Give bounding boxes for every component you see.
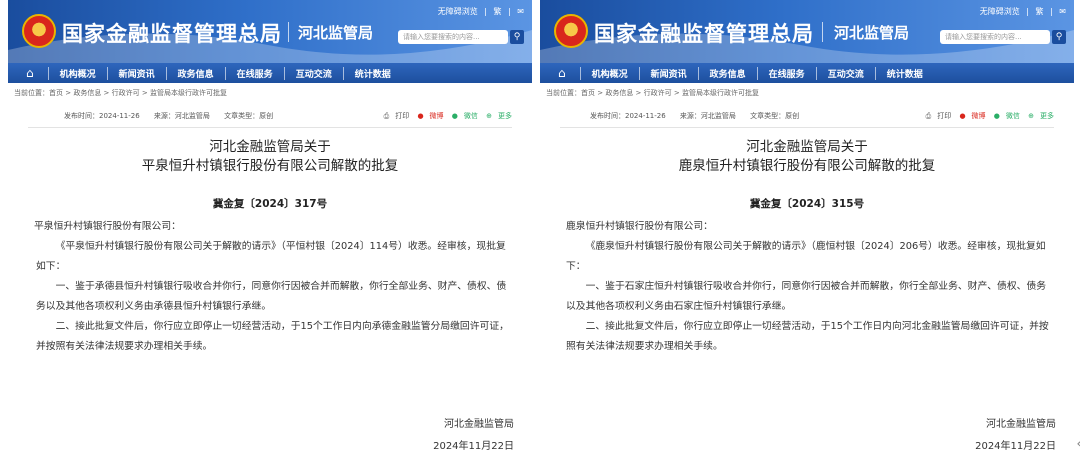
paragraph-3: 二、接此批复文件后，你行应立即停止一切经营活动，于15个工作日内向承德金融监管分… xyxy=(36,321,509,352)
top-links: 无障碍浏览 | 繁 | ✉ xyxy=(437,7,524,16)
article-source: 来源：河北监管局 xyxy=(679,112,736,120)
search-icon[interactable]: ⚲ xyxy=(1052,30,1066,44)
traditional-chinese-link[interactable]: 繁 xyxy=(1036,7,1044,16)
title-divider xyxy=(822,22,823,42)
wechat-share-button[interactable]: ● 微信 xyxy=(452,112,478,120)
paragraph-1: 《鹿泉恒升村镇银行股份有限公司关于解散的请示》（鹿恒村银〔2024〕206号）收… xyxy=(566,241,1046,272)
wechat-share-button[interactable]: ● 微信 xyxy=(994,112,1020,120)
article-meta: 发布时间：2024-11-26 来源：河北监管局 文章类型：原创 ⎙ 打印 ● 微博… xyxy=(540,103,1074,121)
nav-item-interaction[interactable]: 互动交流 xyxy=(283,66,343,80)
accessibility-link[interactable]: 无障碍浏览 xyxy=(438,7,478,16)
weibo-share-button[interactable]: ● 微博 xyxy=(417,112,443,120)
bureau-name: 河北监管局 xyxy=(834,24,910,42)
document-number: 冀金复〔2024〕315号 xyxy=(749,198,865,210)
nav-item-news[interactable]: 新闻资讯 xyxy=(638,66,698,80)
chevron-left-icon[interactable]: ‹ xyxy=(1076,436,1080,452)
title-line-2: 鹿泉恒升村镇银行股份有限公司解散的批复 xyxy=(678,158,936,174)
mail-icon[interactable]: ✉ xyxy=(517,7,524,16)
title-line-2: 平泉恒升村镇银行股份有限公司解散的批复 xyxy=(141,158,399,174)
signing-date: 2024年11月22日 xyxy=(975,441,1056,452)
nav-item-online-service[interactable]: 在线服务 xyxy=(224,66,284,80)
nav-item-statistics[interactable]: 统计数据 xyxy=(874,66,934,80)
breadcrumb[interactable]: 当前位置：首页 > 政务信息 > 行政许可 > 监管局本级行政许可批复 xyxy=(8,83,532,103)
publish-date: 发布时间：2024-11-26 xyxy=(64,112,140,120)
addressee: 平泉恒升村镇银行股份有限公司： xyxy=(34,221,181,232)
signature-block: 河北金融监管局 2024年11月22日 xyxy=(433,414,514,458)
signature-block: 河北金融监管局 2024年11月22日 xyxy=(975,414,1056,458)
site-banner: 国家金融监督管理总局 河北监管局 无障碍浏览 | 繁 | ✉ 请输入您要搜索的内… xyxy=(8,0,532,63)
right-screenshot-panel: 国家金融监督管理总局 河北监管局 无障碍浏览 | 繁 | ✉ 请输入您要搜索的内… xyxy=(540,0,1074,465)
nav-item-government-info[interactable]: 政务信息 xyxy=(697,66,757,80)
bureau-name: 河北监管局 xyxy=(298,24,374,42)
site-title[interactable]: 国家金融监督管理总局 xyxy=(62,18,282,48)
breadcrumb[interactable]: 当前位置：首页 > 政务信息 > 行政许可 > 监管局本级行政许可批复 xyxy=(540,83,1074,103)
main-nav: ⌂ 机构概况 新闻资讯 政务信息 在线服务 互动交流 统计数据 xyxy=(8,63,532,83)
article-meta: 发布时间：2024-11-26 来源：河北监管局 文章类型：原创 ⎙ 打印 ● 微博… xyxy=(8,103,532,121)
mail-icon[interactable]: ✉ xyxy=(1059,7,1066,16)
left-screenshot-panel: 国家金融监督管理总局 河北监管局 无障碍浏览 | 繁 | ✉ 请输入您要搜索的内… xyxy=(8,0,532,465)
signing-date: 2024年11月22日 xyxy=(433,441,514,452)
search-input[interactable]: 请输入您要搜索的内容... xyxy=(940,30,1050,44)
addressee: 鹿泉恒升村镇银行股份有限公司： xyxy=(566,221,713,232)
signing-organization: 河北金融监管局 xyxy=(444,419,514,430)
title-line-1: 河北金融监管局关于 xyxy=(746,139,868,155)
site-banner: 国家金融监督管理总局 河北监管局 无障碍浏览 | 繁 | ✉ 请输入您要搜索的内… xyxy=(540,0,1074,63)
search-input[interactable]: 请输入您要搜索的内容... xyxy=(398,30,508,44)
signing-organization: 河北金融监管局 xyxy=(986,419,1056,430)
nav-item-government-info[interactable]: 政务信息 xyxy=(165,66,225,80)
meta-divider xyxy=(560,127,1054,128)
nav-item-news[interactable]: 新闻资讯 xyxy=(106,66,166,80)
home-icon[interactable]: ⌂ xyxy=(26,66,34,80)
article-type: 文章类型：原创 xyxy=(224,112,274,120)
article-source: 来源：河北监管局 xyxy=(153,112,210,120)
more-share-button[interactable]: ⊕ 更多 xyxy=(486,112,512,120)
national-emblem-icon xyxy=(22,14,56,48)
paragraph-1: 《平泉恒升村镇银行股份有限公司关于解散的请示》（平恒村银〔2024〕114号）收… xyxy=(36,241,506,272)
title-line-1: 河北金融监管局关于 xyxy=(209,139,331,155)
article-type: 文章类型：原创 xyxy=(750,112,800,120)
print-button[interactable]: ⎙ 打印 xyxy=(384,112,410,120)
main-nav: ⌂ 机构概况 新闻资讯 政务信息 在线服务 互动交流 统计数据 xyxy=(540,63,1074,83)
document-title: 河北金融监管局关于 平泉恒升村镇银行股份有限公司解散的批复 xyxy=(8,138,532,176)
home-icon[interactable]: ⌂ xyxy=(558,66,566,80)
national-emblem-icon xyxy=(554,14,588,48)
more-share-button[interactable]: ⊕ 更多 xyxy=(1028,112,1054,120)
search-icon[interactable]: ⚲ xyxy=(510,30,524,44)
traditional-chinese-link[interactable]: 繁 xyxy=(494,7,502,16)
paragraph-3: 二、接此批复文件后，你行应立即停止一切经营活动，于15个工作日内向河北金融监管局… xyxy=(566,321,1049,352)
paragraph-2: 一、鉴于承德县恒升村镇银行吸收合并你行，同意你行因被合并而解散，你行全部业务、财… xyxy=(36,281,507,312)
top-links: 无障碍浏览 | 繁 | ✉ xyxy=(979,7,1066,16)
weibo-share-button[interactable]: ● 微博 xyxy=(959,112,985,120)
nav-item-online-service[interactable]: 在线服务 xyxy=(756,66,816,80)
document-title: 河北金融监管局关于 鹿泉恒升村镇银行股份有限公司解散的批复 xyxy=(540,138,1074,176)
title-divider xyxy=(288,22,289,42)
nav-item-statistics[interactable]: 统计数据 xyxy=(342,66,402,80)
nav-item-interaction[interactable]: 互动交流 xyxy=(815,66,875,80)
document-body: 鹿泉恒升村镇银行股份有限公司： 《鹿泉恒升村镇银行股份有限公司关于解散的请示》（… xyxy=(540,217,1074,357)
nav-item-about[interactable]: 机构概况 xyxy=(47,66,107,80)
accessibility-link[interactable]: 无障碍浏览 xyxy=(980,7,1020,16)
nav-item-about[interactable]: 机构概况 xyxy=(579,66,639,80)
meta-divider xyxy=(28,127,512,128)
publish-date: 发布时间：2024-11-26 xyxy=(590,112,666,120)
print-button[interactable]: ⎙ 打印 xyxy=(926,112,952,120)
site-title[interactable]: 国家金融监督管理总局 xyxy=(594,18,814,48)
document-body: 平泉恒升村镇银行股份有限公司： 《平泉恒升村镇银行股份有限公司关于解散的请示》（… xyxy=(8,217,532,357)
paragraph-2: 一、鉴于石家庄恒升村镇银行吸收合并你行，同意你行因被合并而解散，你行全部业务、财… xyxy=(566,281,1047,312)
document-number: 冀金复〔2024〕317号 xyxy=(212,198,328,210)
